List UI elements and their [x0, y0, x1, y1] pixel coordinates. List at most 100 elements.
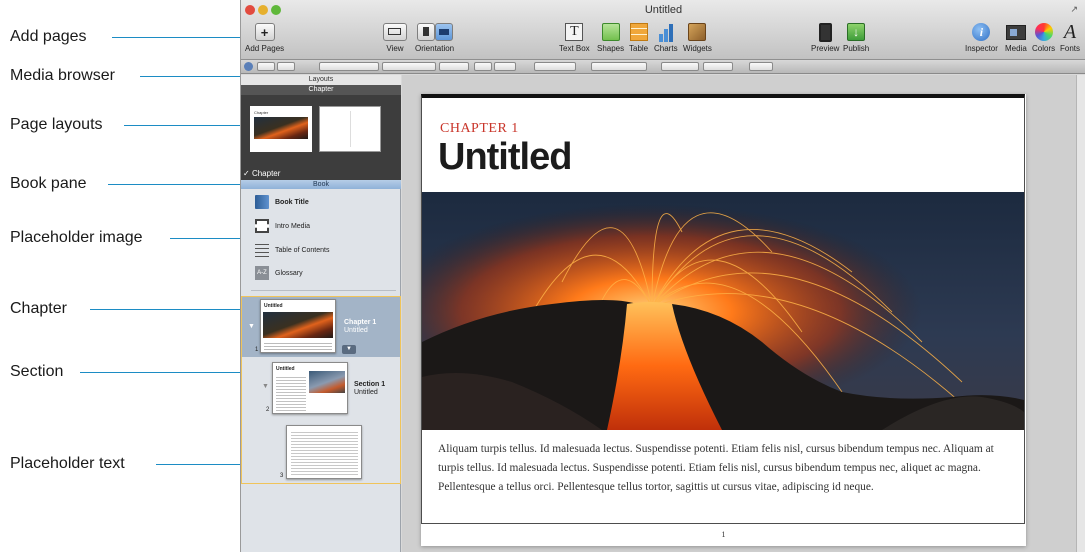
page-3-thumb-text [291, 431, 358, 475]
document-page[interactable]: CHAPTER 1 Untitled Aliquam turpis tellus… [421, 94, 1026, 546]
chapter-thumb-text [264, 342, 332, 350]
book-item-label: Intro Media [275, 222, 311, 230]
preview-label: Preview [811, 44, 840, 53]
page-3-number: 3 [280, 473, 284, 479]
checkmark-icon: ✓ [243, 169, 250, 178]
layout-thumb-title: Chapter [254, 110, 269, 115]
section-page-thumb[interactable]: Untitled [272, 362, 348, 414]
chart-icon [658, 22, 673, 42]
alignment-buttons[interactable] [591, 62, 647, 71]
chapter-thumb-image [263, 312, 333, 338]
selected-layout-label: Chapter [251, 169, 281, 178]
book-item-table-of-contents[interactable]: Table of Contents [255, 241, 329, 259]
table-label: Table [629, 44, 649, 53]
disclosure-triangle-icon[interactable]: ▼ [262, 383, 269, 390]
publish-button[interactable]: ↓ Publish [843, 22, 869, 53]
font-size-popup[interactable] [439, 62, 469, 71]
fullscreen-icon[interactable]: ↗ [1070, 4, 1078, 15]
fonts-icon: A [1063, 21, 1077, 43]
section-thumb-image [309, 371, 345, 393]
fonts-button[interactable]: A Fonts [1060, 22, 1080, 53]
layout-thumb-blank[interactable] [319, 106, 381, 152]
section-thumb-text [276, 375, 306, 411]
callout-line-chapter [90, 309, 258, 310]
view-icon [383, 23, 407, 41]
text-box-button[interactable]: T Text Box [559, 22, 590, 53]
callout-line-section [80, 372, 258, 373]
section-row[interactable]: ▼ Untitled Section 1 Untitled 2 [242, 359, 400, 417]
disclosure-triangle-icon[interactable]: ▼ [248, 323, 255, 330]
character-style-popup[interactable] [277, 62, 295, 71]
highlight-color-well[interactable] [494, 62, 516, 71]
publish-icon: ↓ [847, 23, 866, 41]
chapter-thumb-title: Untitled [264, 303, 283, 309]
page-3-thumb[interactable] [286, 425, 362, 479]
preview-device-icon [818, 22, 832, 42]
media-button[interactable]: Media [1005, 22, 1027, 53]
layout-thumb-chapter[interactable]: Chapter [250, 106, 312, 152]
page-content-frame: CHAPTER 1 Untitled Aliquam turpis tellus… [421, 94, 1025, 524]
book-item-glossary[interactable]: A-Z Glossary [255, 264, 303, 282]
list-icon [255, 243, 269, 257]
list-style-popup[interactable] [703, 62, 733, 71]
book-item-label: Book Title [275, 198, 309, 206]
layouts-header: Layouts [241, 75, 401, 85]
chapter-label[interactable]: CHAPTER 1 [440, 121, 519, 137]
layouts-title: Chapter [241, 85, 401, 95]
inspector-button[interactable]: i Inspector [965, 22, 998, 53]
charts-label: Charts [654, 44, 678, 53]
font-style-popup[interactable] [382, 62, 436, 71]
book-item-book-title[interactable]: Book Title [255, 193, 309, 211]
inspector-label: Inspector [965, 44, 998, 53]
book-item-intro-media[interactable]: Intro Media [255, 217, 310, 235]
book-pane-header: Book [241, 180, 401, 189]
orientation-icon [416, 22, 453, 42]
info-icon: i [972, 23, 991, 41]
widgets-button[interactable]: Widgets [683, 22, 712, 53]
shapes-label: Shapes [597, 44, 625, 53]
text-box-icon: T [565, 23, 584, 41]
fonts-label: Fonts [1060, 44, 1081, 53]
add-pages-button[interactable]: + Add Pages [245, 22, 284, 53]
chapter-row[interactable]: ▼ Untitled Chapter 1 Untitled ▼ 1 [242, 297, 400, 357]
layout-thumb-image [254, 117, 308, 139]
colors-label: Colors [1032, 44, 1056, 53]
placeholder-text[interactable]: Aliquam turpis tellus. Id malesuada lect… [438, 440, 1008, 497]
add-pages-label: Add Pages [245, 44, 285, 53]
chapter-page-thumb[interactable]: Untitled [260, 299, 336, 353]
line-spacing-popup[interactable] [661, 62, 699, 71]
colors-button[interactable]: Colors [1032, 22, 1055, 53]
section-subtitle: Untitled [354, 389, 378, 396]
orientation-label: Orientation [415, 44, 455, 53]
text-color-well[interactable] [474, 62, 492, 71]
styles-drawer-icon[interactable] [244, 62, 253, 71]
chapter-title-heading[interactable]: Untitled [438, 136, 572, 179]
page-row[interactable]: 3 [242, 423, 400, 481]
document-canvas: CHAPTER 1 Untitled Aliquam turpis tellus… [402, 75, 1085, 552]
columns-popup[interactable] [749, 62, 773, 71]
publish-label: Publish [843, 44, 870, 53]
callout-line-book-pane [108, 184, 246, 185]
paragraph-style-popup[interactable] [257, 62, 275, 71]
font-family-popup[interactable] [319, 62, 379, 71]
toolbar: Untitled ↗ + Add Pages View Orientation … [241, 0, 1085, 60]
vertical-scrollbar[interactable] [1076, 75, 1085, 552]
text-box-label: Text Box [559, 44, 590, 53]
shapes-button[interactable]: Shapes [597, 22, 624, 53]
bold-italic-underline-buttons[interactable] [534, 62, 576, 71]
table-button[interactable]: Table [629, 22, 648, 53]
sidebar: Layouts Chapter Chapter ✓ Chapter Book B… [241, 75, 401, 552]
chapter-menu-icon[interactable]: ▼ [342, 345, 356, 354]
chapter-title: Chapter 1 [344, 319, 377, 326]
glossary-icon: A-Z [255, 266, 269, 280]
preview-button[interactable]: Preview [811, 22, 839, 53]
section-thumb-title: Untitled [276, 366, 295, 372]
placeholder-image[interactable] [422, 192, 1024, 430]
view-button[interactable]: View [383, 22, 407, 53]
page-layouts-pane: Chapter Chapter ✓ Chapter [241, 85, 401, 183]
book-item-label: Table of Contents [275, 246, 330, 254]
widget-icon [688, 23, 707, 41]
charts-button[interactable]: Charts [654, 22, 678, 53]
plus-icon: + [254, 23, 275, 41]
orientation-button[interactable]: Orientation [415, 22, 454, 53]
